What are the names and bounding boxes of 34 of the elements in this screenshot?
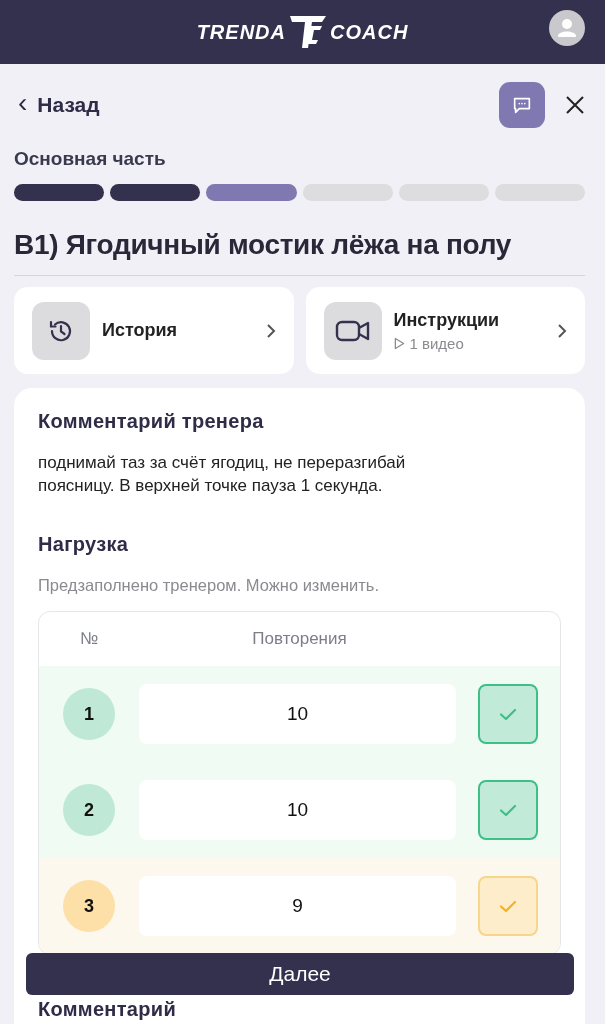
done-checkbox[interactable]: [478, 684, 538, 744]
done-checkbox[interactable]: [478, 780, 538, 840]
chat-button[interactable]: [499, 82, 545, 128]
avatar-icon[interactable]: [549, 10, 585, 46]
link-card[interactable]: История: [14, 287, 294, 374]
reps-field[interactable]: 10: [139, 684, 456, 744]
set-number-badge: 3: [63, 880, 115, 932]
chevron-right-icon: [265, 322, 276, 339]
exercise-title: B1) Ягодичный мостик лёжа на полу: [14, 229, 513, 261]
back-button[interactable]: ‹ Назад: [14, 93, 100, 117]
logo-text: COACH: [330, 20, 409, 44]
play-icon: [393, 336, 405, 350]
section-title: Основная часть: [14, 148, 167, 170]
set-number-badge: 2: [63, 784, 115, 836]
close-icon[interactable]: [565, 95, 585, 115]
set-number-badge: 1: [63, 688, 115, 740]
column-header: Повторения: [251, 629, 348, 649]
logo-icon: [288, 14, 328, 50]
reps-field[interactable]: 9: [139, 876, 456, 936]
reps-field[interactable]: 10: [139, 780, 456, 840]
section-heading: Комментарий тренера: [38, 410, 265, 433]
link-label: Инструкции: [393, 309, 501, 331]
logo-text: TRENDA: [196, 20, 286, 44]
link-card[interactable]: Инструкции 1 видео: [305, 287, 585, 374]
section-heading: Нагрузка: [38, 533, 130, 556]
comment-text: поднимай таз за счёт ягодиц, не переразгибай поясницу. В верхней точке пауза 1 секунда.: [38, 452, 407, 497]
chevron-right-icon: [557, 322, 567, 339]
link-label: История: [102, 320, 179, 341]
section-heading: Комментарий: [38, 999, 177, 1019]
hint-text: Предзаполнено тренером. Можно изменить.: [38, 576, 381, 595]
video-count: 1 видео: [393, 334, 545, 352]
column-header: №: [78, 629, 100, 649]
next-button[interactable]: Далее: [26, 953, 574, 995]
done-checkbox[interactable]: [478, 876, 538, 936]
